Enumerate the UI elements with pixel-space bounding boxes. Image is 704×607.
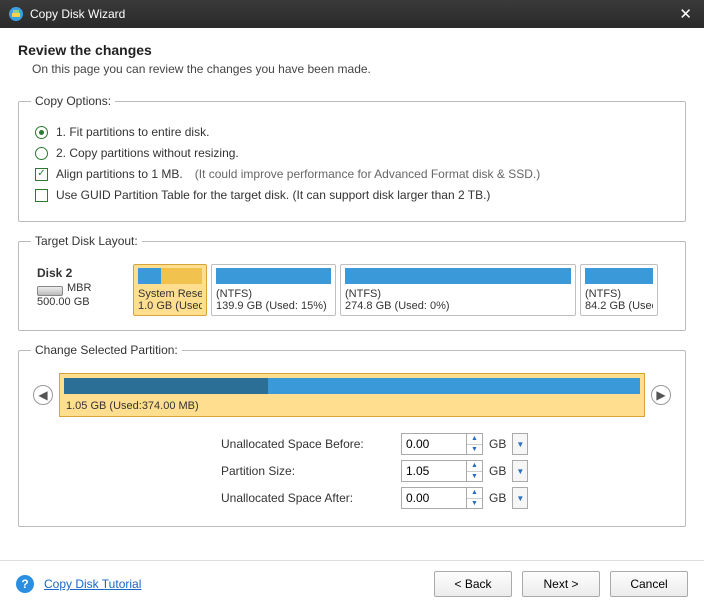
checkbox-guid-label: Use GUID Partition Table for the target …	[56, 188, 490, 202]
partition-0[interactable]: System Reserved1.0 GB (Used:36%)	[133, 264, 207, 316]
partition-bar	[138, 268, 202, 284]
change-selected-group: Change Selected Partition: ◀ 1.05 GB (Us…	[18, 343, 686, 527]
next-button[interactable]: Next >	[522, 571, 600, 597]
space-before-spinner[interactable]: ▲▼	[467, 433, 483, 455]
disk-info: Disk 2 MBR 500.00 GB	[33, 264, 127, 316]
next-partition-button[interactable]: ▶	[651, 385, 671, 405]
partition-2[interactable]: (NTFS)274.8 GB (Used: 0%)	[340, 264, 576, 316]
target-disk-layout-group: Target Disk Layout: Disk 2 MBR 500.00 GB…	[18, 234, 686, 331]
copy-options-legend: Copy Options:	[31, 94, 115, 108]
change-selected-legend: Change Selected Partition:	[31, 343, 182, 357]
radio-fit-label: 1. Fit partitions to entire disk.	[56, 125, 209, 139]
partition-bar	[585, 268, 653, 284]
window-title: Copy Disk Wizard	[30, 7, 675, 21]
partition-label1: System Reserved	[138, 288, 202, 300]
help-icon[interactable]: ?	[16, 575, 34, 593]
partition-1[interactable]: (NTFS)139.9 GB (Used: 15%)	[211, 264, 336, 316]
partition-bar	[345, 268, 571, 284]
partition-label1: (NTFS)	[585, 288, 653, 300]
partition-label1: (NTFS)	[216, 288, 331, 300]
partition-3[interactable]: (NTFS)84.2 GB (Used: 0%)	[580, 264, 658, 316]
partition-label2: 274.8 GB (Used: 0%)	[345, 300, 571, 312]
unit-dropdown[interactable]: ▼	[512, 460, 528, 482]
partition-label1: (NTFS)	[345, 288, 571, 300]
page-subheading: On this page you can review the changes …	[32, 62, 686, 76]
footer: ? Copy Disk Tutorial < Back Next > Cance…	[0, 560, 704, 607]
space-after-label: Unallocated Space After:	[221, 491, 401, 505]
checkbox-align[interactable]: ✓	[35, 168, 48, 181]
radio-no-resize[interactable]	[35, 147, 48, 160]
cancel-button[interactable]: Cancel	[610, 571, 688, 597]
partition-size-input[interactable]	[401, 460, 467, 482]
unit-dropdown[interactable]: ▼	[512, 433, 528, 455]
space-after-input[interactable]	[401, 487, 467, 509]
partition-size-label: Partition Size:	[221, 464, 401, 478]
disk-size: 500.00 GB	[37, 296, 123, 308]
partition-size-spinner[interactable]: ▲▼	[467, 460, 483, 482]
page-heading: Review the changes	[18, 42, 686, 58]
checkbox-align-label: Align partitions to 1 MB.	[56, 167, 183, 181]
space-before-label: Unallocated Space Before:	[221, 437, 401, 451]
target-layout-legend: Target Disk Layout:	[31, 234, 142, 248]
unit-label: GB	[489, 491, 506, 505]
checkbox-guid[interactable]	[35, 189, 48, 202]
titlebar: Copy Disk Wizard ✕	[0, 0, 704, 28]
tutorial-link[interactable]: Copy Disk Tutorial	[44, 577, 141, 591]
partition-label2: 84.2 GB (Used: 0%)	[585, 300, 653, 312]
partition-size-bar[interactable]: 1.05 GB (Used:374.00 MB)	[59, 373, 645, 417]
unit-label: GB	[489, 437, 506, 451]
prev-partition-button[interactable]: ◀	[33, 385, 53, 405]
checkbox-align-hint: (It could improve performance for Advanc…	[195, 167, 540, 181]
back-button[interactable]: < Back	[434, 571, 512, 597]
app-icon	[8, 6, 24, 22]
partition-bar	[216, 268, 331, 284]
disk-name: Disk 2	[37, 266, 123, 280]
space-before-input[interactable]	[401, 433, 467, 455]
partition-used	[64, 378, 268, 394]
close-icon[interactable]: ✕	[675, 5, 696, 23]
partition-label2: 139.9 GB (Used: 15%)	[216, 300, 331, 312]
unit-dropdown[interactable]: ▼	[512, 487, 528, 509]
radio-no-resize-label: 2. Copy partitions without resizing.	[56, 146, 239, 160]
hdd-icon	[37, 286, 63, 296]
disk-type: MBR	[67, 282, 91, 294]
radio-fit-partitions[interactable]	[35, 126, 48, 139]
space-after-spinner[interactable]: ▲▼	[467, 487, 483, 509]
copy-options-group: Copy Options: 1. Fit partitions to entir…	[18, 94, 686, 222]
partition-label2: 1.0 GB (Used:36%)	[138, 300, 202, 312]
partition-bar-label: 1.05 GB (Used:374.00 MB)	[66, 400, 199, 412]
unit-label: GB	[489, 464, 506, 478]
